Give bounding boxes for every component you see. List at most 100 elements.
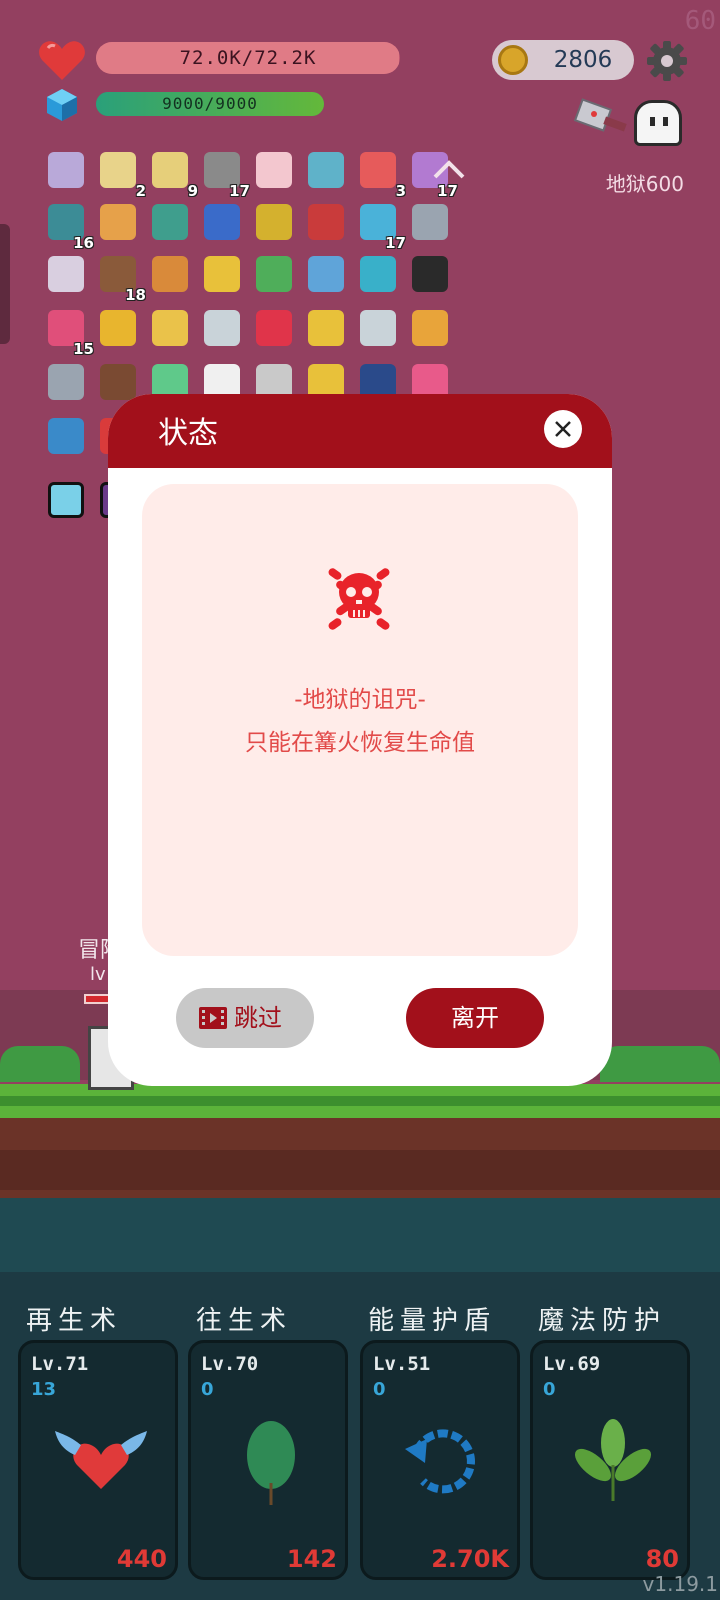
close-button[interactable] <box>544 410 582 448</box>
cookbook-icon <box>100 204 136 240</box>
skill-card[interactable]: Lv.69 0 80 <box>530 1340 690 1580</box>
inventory-slot[interactable]: 2 <box>98 150 146 200</box>
refresh-arrow-icon <box>405 1429 475 1494</box>
inventory-slot[interactable]: 17 <box>202 150 250 200</box>
inventory-slot[interactable] <box>150 254 190 294</box>
dirt-dark-layer <box>0 1150 720 1190</box>
inventory-slot[interactable] <box>306 202 346 242</box>
water-band <box>0 1198 720 1272</box>
herb-icon <box>574 1419 652 1501</box>
inventory-slot[interactable] <box>98 308 138 348</box>
inventory-slot[interactable]: 16 <box>46 202 94 252</box>
heart-icon <box>39 41 85 80</box>
inventory-slot[interactable]: 15 <box>46 308 94 358</box>
video-icon <box>199 1007 227 1029</box>
gear-icon[interactable] <box>646 40 688 82</box>
inventory-slot[interactable] <box>254 308 294 348</box>
skip-button[interactable]: 跳过 <box>176 988 314 1048</box>
skill-title: 往生术 <box>196 1306 293 1336</box>
coin-counter: 2806 <box>492 40 634 80</box>
inventory-slot[interactable] <box>46 416 86 456</box>
inventory-slot[interactable] <box>98 202 138 242</box>
spiral-icon <box>360 256 396 292</box>
skill-cost: 80 <box>645 1545 679 1573</box>
item-count: 3 <box>395 182 406 200</box>
skill-count: 0 <box>373 1379 386 1400</box>
inventory-slot[interactable] <box>46 362 86 402</box>
inventory-slot[interactable] <box>306 150 346 190</box>
cleaver-icon[interactable] <box>574 98 630 138</box>
inventory-slot[interactable] <box>150 202 190 242</box>
item-count: 17 <box>229 182 250 200</box>
inventory-slot[interactable] <box>150 308 190 348</box>
status-card: -地狱的诅咒- 只能在篝火恢复生命值 <box>142 484 578 956</box>
inventory-slot[interactable] <box>254 254 294 294</box>
mana-gem-icon <box>47 89 77 121</box>
molecule-icon <box>48 256 84 292</box>
inventory-slot[interactable] <box>306 254 346 294</box>
money-icon <box>256 256 292 292</box>
skill-card[interactable]: Lv.71 13 440 <box>18 1340 178 1580</box>
leave-button[interactable]: 离开 <box>406 988 544 1048</box>
bulb-icon <box>204 310 240 346</box>
skill-count: 0 <box>201 1379 214 1400</box>
inventory-slot[interactable] <box>46 150 86 190</box>
robe-icon <box>308 256 344 292</box>
inventory-slot[interactable] <box>254 202 294 242</box>
coin-icon <box>498 45 528 75</box>
scroll-blue-icon <box>48 418 84 454</box>
winged-heart-icon <box>55 1431 147 1489</box>
hero-level: lv <box>90 964 106 985</box>
chevron-up-icon[interactable] <box>432 158 466 180</box>
inventory-slot[interactable] <box>358 254 398 294</box>
inventory-slot[interactable] <box>358 308 398 348</box>
crown-jewel-icon <box>412 310 448 346</box>
skill-title: 再生术 <box>26 1306 123 1336</box>
close-icon <box>555 421 571 437</box>
inventory-slot[interactable]: 18 <box>98 254 146 304</box>
hook-icon <box>360 310 396 346</box>
item-count: 17 <box>437 182 458 200</box>
inventory-slot[interactable]: 3 <box>358 150 406 200</box>
skip-label: 跳过 <box>234 1004 282 1032</box>
side-drawer-handle[interactable] <box>0 224 10 344</box>
status-dialog: 状态 -地狱的诅咒- 只能在篝火恢复生命值 跳过 离开 <box>108 394 612 1086</box>
scroll-icon <box>48 152 84 188</box>
bush <box>0 1046 80 1082</box>
dialog-header: 状态 <box>108 394 612 468</box>
skill-cost: 2.70K <box>431 1545 509 1573</box>
inventory-slot[interactable] <box>410 308 450 348</box>
inventory-slot[interactable] <box>410 254 450 294</box>
mana-text: 9000/9000 <box>162 94 258 113</box>
inventory-slot[interactable]: 17 <box>358 202 406 252</box>
ghost-icon[interactable] <box>634 100 682 146</box>
stage-label: 地狱600 <box>605 172 684 196</box>
tent-icon <box>152 204 188 240</box>
hp-bar: 72.0K/72.2K <box>96 42 400 74</box>
skill-cost: 142 <box>286 1545 337 1573</box>
inventory-slot[interactable] <box>46 480 86 520</box>
map-icon <box>152 152 188 188</box>
curse-title: -地狱的诅咒- <box>294 687 426 713</box>
inventory-slot[interactable] <box>306 308 346 348</box>
skill-card[interactable]: Lv.70 0 142 <box>188 1340 348 1580</box>
inventory-slot[interactable] <box>46 254 86 294</box>
beer-icon <box>152 310 188 346</box>
inventory-slot[interactable]: 9 <box>150 150 198 200</box>
star-card-icon <box>204 204 240 240</box>
crown-icon <box>204 256 240 292</box>
inventory-slot[interactable] <box>254 150 294 190</box>
fps-counter: 60 <box>684 6 716 36</box>
inventory-slot[interactable] <box>202 254 242 294</box>
inventory-slot[interactable] <box>410 202 450 242</box>
leaf-icon <box>247 1421 295 1505</box>
skill-count: 13 <box>31 1379 57 1400</box>
item-count: 16 <box>73 234 94 252</box>
item-count: 2 <box>135 182 146 200</box>
pineapple-icon <box>100 310 136 346</box>
skill-card[interactable]: Lv.51 0 2.70K <box>360 1340 520 1580</box>
inventory-slot[interactable] <box>202 308 242 348</box>
inventory-slot[interactable] <box>202 202 242 242</box>
skill-level: Lv.51 <box>373 1353 431 1375</box>
item-count: 15 <box>73 340 94 358</box>
